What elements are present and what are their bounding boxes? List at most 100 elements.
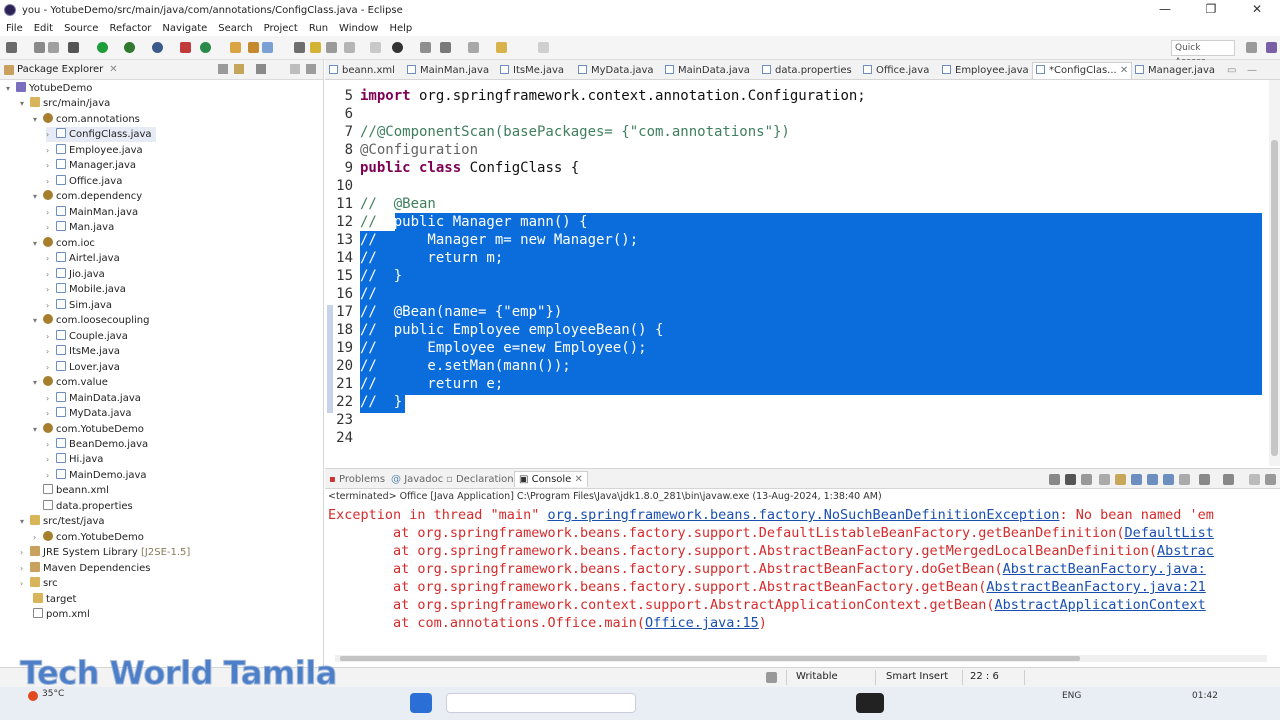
code-line-selected[interactable]: 17// @Bean(name= {"emp"}) (325, 303, 1265, 321)
word-wrap-icon[interactable] (1131, 474, 1142, 485)
code-line-selected[interactable]: 12// public Manager mann() { (325, 213, 1265, 231)
code-line-selected[interactable]: 20// e.setMan(mann()); (325, 357, 1265, 375)
tree-item[interactable]: › Hi.java (46, 452, 103, 467)
tree-item[interactable]: › Mobile.java (46, 282, 126, 297)
tree-item[interactable]: › BeanDemo.java (46, 437, 148, 452)
code-line[interactable]: 8 @Configuration (325, 141, 1265, 159)
tab-javadoc[interactable]: @ Javadoc (391, 472, 443, 487)
code-line[interactable]: 5 import org.springframework.context.anno… (325, 87, 1265, 105)
new-icon[interactable] (6, 42, 17, 53)
annotation-icon[interactable] (392, 42, 403, 53)
code-line-selected[interactable]: 15// } (325, 267, 1265, 285)
code-line-selected[interactable]: 14// return m; (325, 249, 1265, 267)
tree-item[interactable]: › Couple.java (46, 329, 128, 344)
expand-arrow-icon[interactable]: › (46, 251, 56, 266)
close-tab-icon[interactable]: ✕ (1120, 65, 1128, 76)
stack-trace-link[interactable]: DefaultList (1125, 525, 1214, 541)
tree-item[interactable]: ▾ YotubeDemo (6, 81, 92, 96)
expand-arrow-icon[interactable]: › (46, 298, 56, 313)
quick-access-input[interactable]: Quick Access (1171, 40, 1235, 67)
tree-item[interactable]: ▾ src/test/java (20, 514, 105, 529)
tree-item[interactable]: › src (20, 576, 58, 591)
expand-arrow-icon[interactable]: › (46, 205, 56, 220)
maximize-view-icon[interactable] (306, 64, 316, 74)
tab-console[interactable]: ▣ Console ✕ (514, 471, 588, 487)
tree-item[interactable]: › Employee.java (46, 143, 143, 158)
expand-arrow-icon[interactable]: › (46, 437, 56, 452)
expand-arrow-icon[interactable]: › (46, 406, 56, 421)
tree-item[interactable]: data.properties (33, 499, 133, 514)
save-all-icon[interactable] (48, 42, 59, 53)
stack-trace-link[interactable]: Abstrac (1157, 543, 1214, 559)
expand-arrow-icon[interactable]: › (46, 344, 56, 359)
expand-arrow-icon[interactable]: › (20, 576, 30, 591)
expand-arrow-icon[interactable]: ▾ (33, 375, 43, 390)
console-scroll-thumb[interactable] (340, 656, 1080, 661)
expand-arrow-icon[interactable]: › (46, 360, 56, 375)
expand-arrow-icon[interactable]: › (46, 282, 56, 297)
close-button[interactable]: ✕ (1234, 0, 1280, 20)
expand-arrow-icon[interactable]: ▾ (6, 81, 16, 96)
close-tab-icon[interactable]: ✕ (575, 474, 583, 485)
clock[interactable]: 01:42 (1192, 691, 1218, 701)
tree-item[interactable]: › Maven Dependencies (20, 561, 151, 576)
tree-item[interactable]: ▾ src/main/java (20, 96, 110, 111)
save-icon[interactable] (34, 42, 45, 53)
tab-declaration[interactable]: ▫ Declaration (446, 472, 514, 487)
view-menu-icon[interactable] (256, 64, 266, 74)
scroll-lock-icon[interactable] (1115, 474, 1126, 485)
tree-item[interactable]: › Man.java (46, 220, 114, 235)
code-line-selected[interactable]: 21// return e; (325, 375, 1265, 393)
remove-all-icon[interactable] (1081, 474, 1092, 485)
stack-trace-link[interactable]: AbstractApplicationContext (994, 597, 1205, 613)
expand-arrow-icon[interactable]: ▾ (33, 236, 43, 251)
expand-arrow-icon[interactable]: › (46, 468, 56, 483)
tasks-icon[interactable] (766, 672, 777, 683)
expand-arrow-icon[interactable]: ▾ (33, 422, 43, 437)
code-line[interactable]: 10 (325, 177, 1265, 195)
taskbar-search-input[interactable] (446, 693, 636, 713)
terminate-icon[interactable] (1049, 474, 1060, 485)
prev-annotation-icon[interactable] (440, 42, 451, 53)
show-on-output-icon[interactable] (1147, 474, 1158, 485)
tree-item[interactable]: ▾ com.ioc (33, 236, 95, 251)
tree-item[interactable]: › Lover.java (46, 360, 120, 375)
new-package-icon[interactable] (230, 42, 241, 53)
expand-arrow-icon[interactable]: › (20, 545, 30, 560)
menu-refactor[interactable]: Refactor (109, 23, 151, 34)
word-wrap-icon[interactable] (344, 42, 355, 53)
package-explorer-title[interactable]: Package Explorer (17, 64, 103, 75)
code-line[interactable]: 9 public class ConfigClass { (325, 159, 1265, 177)
link-editor-icon[interactable] (234, 64, 244, 74)
back-icon[interactable] (496, 42, 507, 53)
expand-arrow-icon[interactable]: ▾ (20, 96, 30, 111)
debug-icon[interactable] (152, 42, 163, 53)
code-line[interactable]: 24 (325, 429, 1265, 447)
tree-item[interactable]: ▾ com.annotations (33, 112, 140, 127)
show-on-error-icon[interactable] (1163, 474, 1174, 485)
expand-arrow-icon[interactable]: ▾ (33, 313, 43, 328)
expand-arrow-icon[interactable]: › (33, 530, 43, 545)
new-class-icon[interactable] (248, 42, 259, 53)
tree-item[interactable]: › Sim.java (46, 298, 112, 313)
maximize-button[interactable]: ❐ (1188, 0, 1234, 20)
tree-item[interactable]: › MyData.java (46, 406, 132, 421)
expand-arrow-icon[interactable]: › (46, 452, 56, 467)
code-line-selected[interactable]: 16// (325, 285, 1265, 303)
exception-link[interactable]: org.springframework.beans.factory.NoSuch… (547, 507, 1059, 523)
tree-item[interactable]: › Jio.java (46, 267, 105, 282)
expand-arrow-icon[interactable]: › (46, 127, 56, 142)
tree-item[interactable]: ▾ com.dependency (33, 189, 142, 204)
forward-icon[interactable] (538, 42, 549, 53)
last-edit-icon[interactable] (468, 42, 479, 53)
expand-arrow-icon[interactable]: › (46, 158, 56, 173)
expand-arrow-icon[interactable]: › (46, 220, 56, 235)
tree-item[interactable]: ▾ com.loosecoupling (33, 313, 149, 328)
menu-run[interactable]: Run (309, 23, 328, 34)
coverage-icon[interactable] (180, 42, 191, 53)
collapse-all-icon[interactable] (218, 64, 228, 74)
minimize-view-icon[interactable] (290, 64, 300, 74)
tree-item[interactable]: pom.xml (33, 607, 90, 622)
tree-item[interactable]: target (33, 592, 76, 607)
open-console-icon[interactable] (1223, 474, 1234, 485)
